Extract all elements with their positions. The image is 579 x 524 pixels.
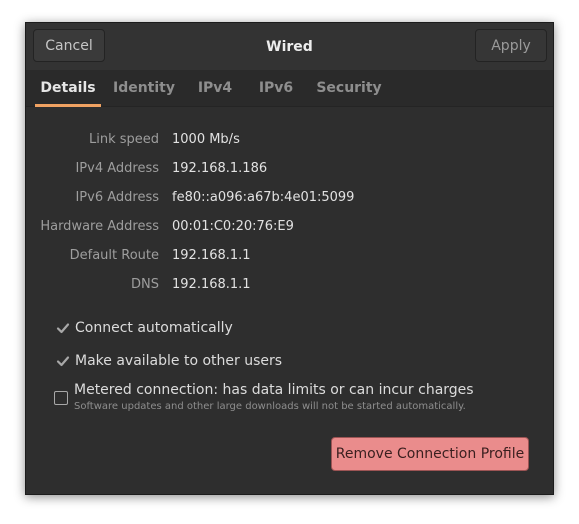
connect-automatically-checkbox[interactable]: Connect automatically xyxy=(56,317,233,339)
detail-label: IPv4 Address xyxy=(75,161,159,176)
connect-automatically-label: Connect automatically xyxy=(75,320,233,336)
tab-details[interactable]: Details xyxy=(35,70,101,107)
checkmark-icon xyxy=(56,323,70,334)
metered-connection-checkbox[interactable] xyxy=(54,391,68,405)
detail-label: Hardware Address xyxy=(40,219,159,234)
dialog-title: Wired xyxy=(266,38,313,55)
detail-row-ipv6-address: IPv6 Address fe80::a096:a67b:4e01:5099 xyxy=(26,188,553,208)
detail-label: Default Route xyxy=(69,248,159,263)
detail-row-default-route: Default Route 192.168.1.1 xyxy=(26,246,553,266)
tab-bar: Details Identity IPv4 IPv6 Security xyxy=(26,70,553,107)
apply-button[interactable]: Apply xyxy=(475,29,547,62)
remove-connection-profile-button[interactable]: Remove Connection Profile xyxy=(331,437,529,471)
detail-value: 192.168.1.1 xyxy=(172,277,251,292)
metered-connection-sublabel: Software updates and other large downloa… xyxy=(74,401,466,412)
detail-value: 00:01:C0:20:76:E9 xyxy=(172,219,294,234)
metered-connection-label: Metered connection: has data limits or c… xyxy=(74,382,474,398)
detail-label: Link speed xyxy=(88,132,159,147)
detail-row-dns: DNS 192.168.1.1 xyxy=(26,275,553,295)
detail-label: DNS xyxy=(131,277,159,292)
tab-ipv4[interactable]: IPv4 xyxy=(194,70,236,106)
available-to-others-checkbox[interactable]: Make available to other users xyxy=(56,350,282,372)
detail-row-link-speed: Link speed 1000 Mb/s xyxy=(26,130,553,150)
detail-value: 192.168.1.1 xyxy=(172,248,251,263)
detail-row-hardware-address: Hardware Address 00:01:C0:20:76:E9 xyxy=(26,217,553,237)
wired-settings-dialog: Cancel Wired Apply Details Identity IPv4… xyxy=(25,22,554,495)
header-bar: Cancel Wired Apply xyxy=(26,23,553,70)
available-to-others-label: Make available to other users xyxy=(75,353,283,369)
detail-value: fe80::a096:a67b:4e01:5099 xyxy=(172,190,355,205)
tab-security[interactable]: Security xyxy=(315,70,383,106)
checkmark-icon xyxy=(56,356,70,367)
tab-ipv6[interactable]: IPv6 xyxy=(254,70,298,106)
cancel-button[interactable]: Cancel xyxy=(33,29,105,62)
detail-value: 192.168.1.186 xyxy=(172,161,268,176)
detail-value: 1000 Mb/s xyxy=(172,132,240,147)
detail-row-ipv4-address: IPv4 Address 192.168.1.186 xyxy=(26,159,553,179)
tab-identity[interactable]: Identity xyxy=(112,70,176,106)
detail-label: IPv6 Address xyxy=(75,190,159,205)
